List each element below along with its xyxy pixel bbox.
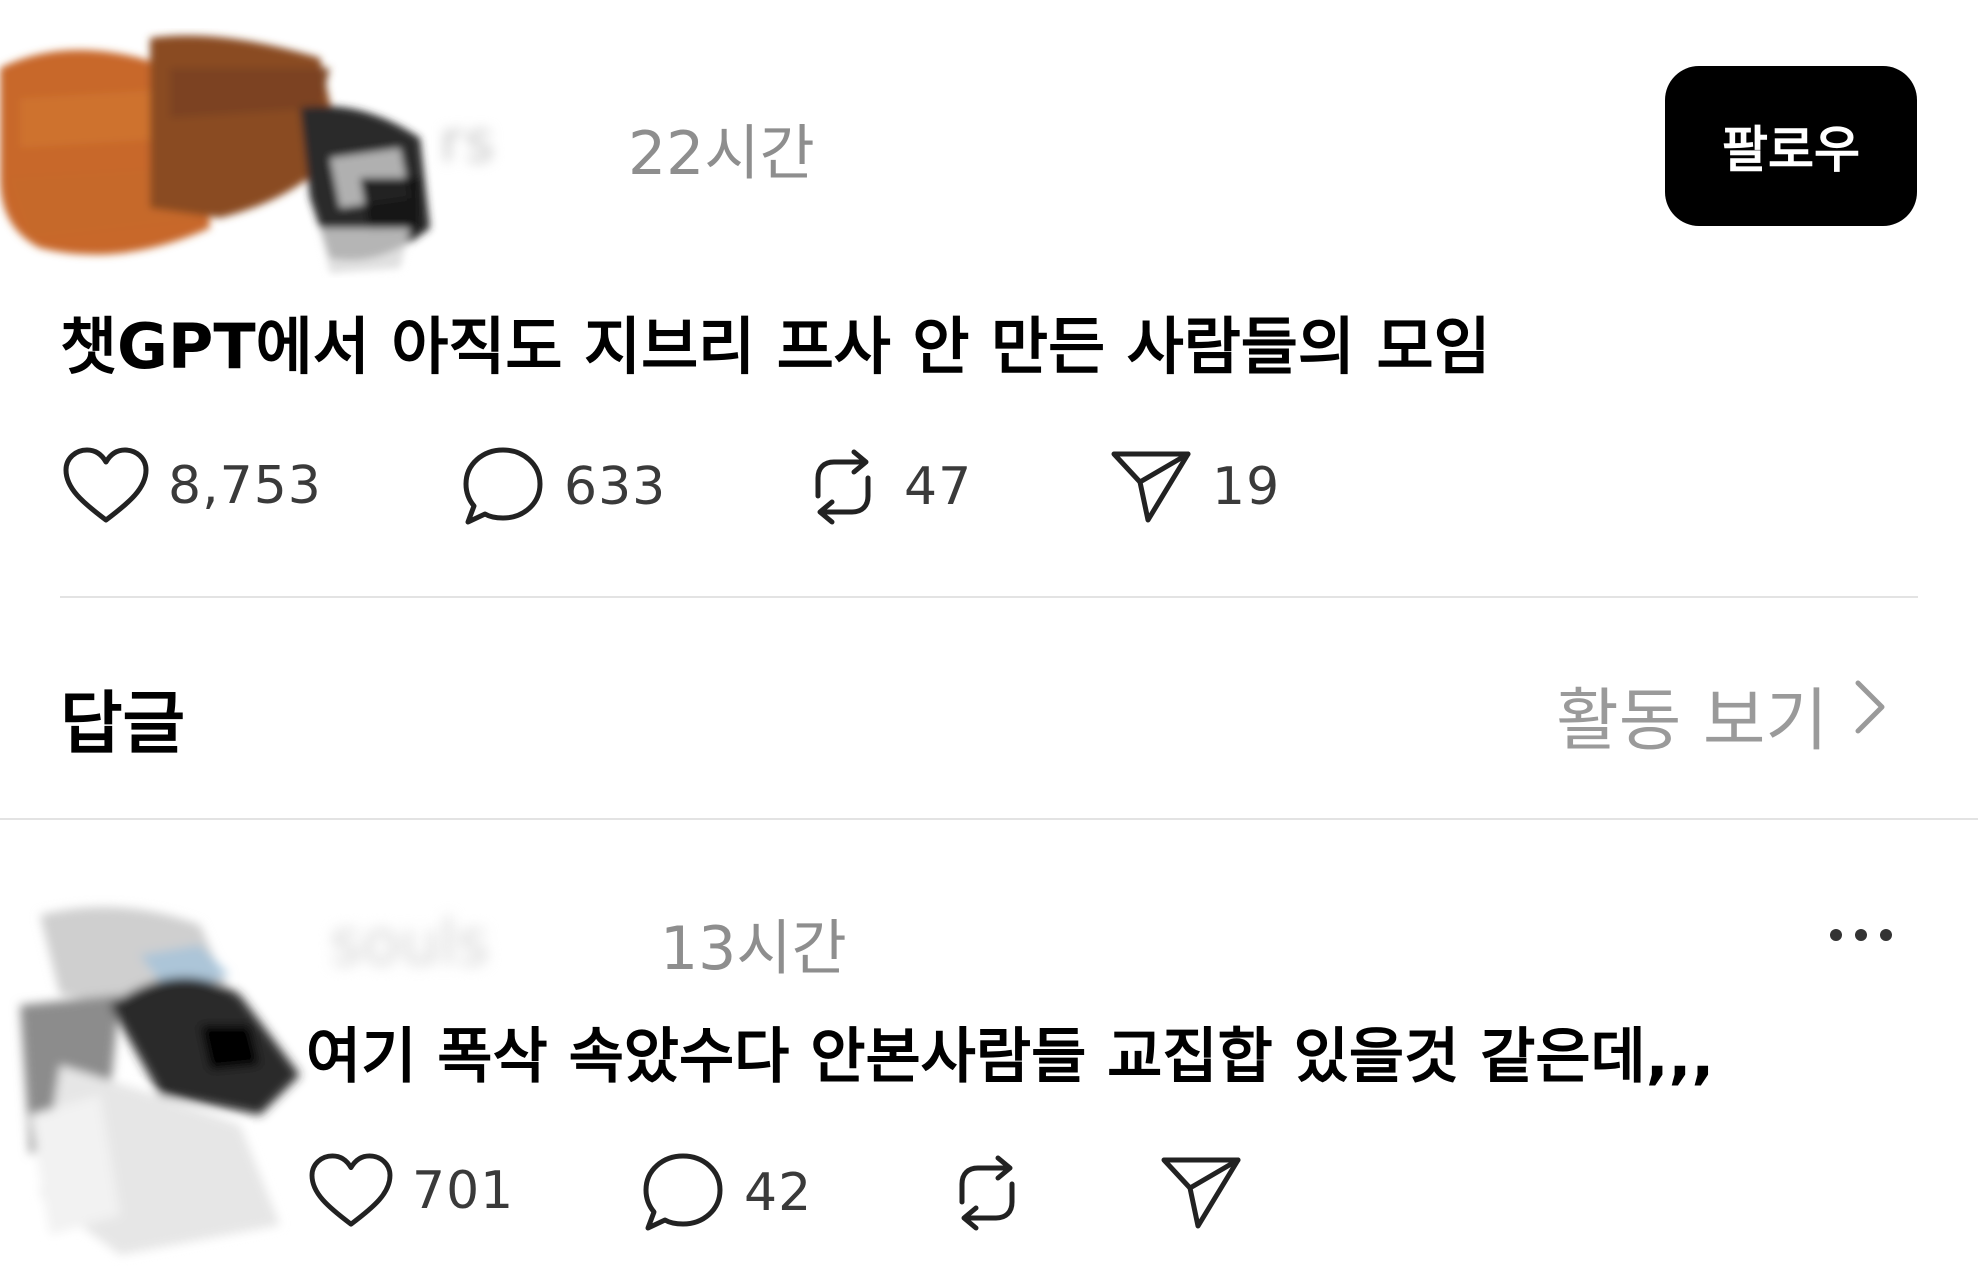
post-timestamp: 22시간 — [628, 119, 815, 189]
share-button[interactable]: 19 — [1108, 444, 1280, 530]
heart-icon — [308, 1152, 394, 1230]
more-options-button[interactable] — [1826, 920, 1896, 954]
reply-timestamp: 13시간 — [660, 914, 847, 984]
reply-author-avatar[interactable] — [0, 895, 310, 1275]
chevron-right-icon — [1828, 675, 1888, 754]
author-username-redacted[interactable]: rs — [440, 110, 496, 175]
reply-text: 여기 폭삭 속았수다 안본사람들 교집합 있을것 같은데,,, — [306, 1022, 1715, 1092]
share-count: 19 — [1212, 457, 1281, 517]
comment-button[interactable]: 633 — [460, 444, 666, 530]
reply-like-count: 701 — [412, 1161, 515, 1221]
like-count: 8,753 — [168, 456, 322, 516]
author-avatar[interactable] — [0, 28, 440, 278]
send-icon — [1158, 1150, 1244, 1236]
divider — [60, 596, 1918, 598]
replies-heading: 답글 — [60, 685, 186, 764]
reply-repost-button[interactable] — [944, 1150, 1030, 1236]
follow-button[interactable]: 팔로우 — [1665, 66, 1917, 226]
repost-icon — [800, 444, 886, 530]
repost-count: 47 — [904, 457, 973, 517]
comment-count: 633 — [564, 457, 667, 517]
reply-comment-button[interactable]: 42 — [640, 1150, 812, 1236]
reply-comment-count: 42 — [744, 1163, 813, 1223]
comment-bubble-icon — [640, 1150, 726, 1236]
reply-username-redacted[interactable]: souls — [330, 906, 489, 979]
view-activity-link[interactable]: 활동 보기 — [1556, 665, 1888, 764]
comment-bubble-icon — [460, 444, 546, 530]
send-icon — [1108, 444, 1194, 530]
like-button[interactable]: 8,753 — [62, 446, 322, 526]
reply-share-button[interactable] — [1158, 1150, 1244, 1236]
more-dots-icon — [1826, 929, 1896, 954]
repost-icon — [944, 1150, 1030, 1236]
thread-page: rs 22시간 팔로우 챗GPT에서 아직도 지브리 프사 안 만든 사람들의 … — [0, 0, 1978, 1280]
heart-icon — [62, 446, 150, 526]
view-activity-label: 활동 보기 — [1556, 682, 1828, 761]
post-text: 챗GPT에서 아직도 지브리 프사 안 만든 사람들의 모임 — [60, 310, 1491, 383]
reply-like-button[interactable]: 701 — [308, 1152, 514, 1230]
divider — [0, 818, 1978, 820]
repost-button[interactable]: 47 — [800, 444, 972, 530]
